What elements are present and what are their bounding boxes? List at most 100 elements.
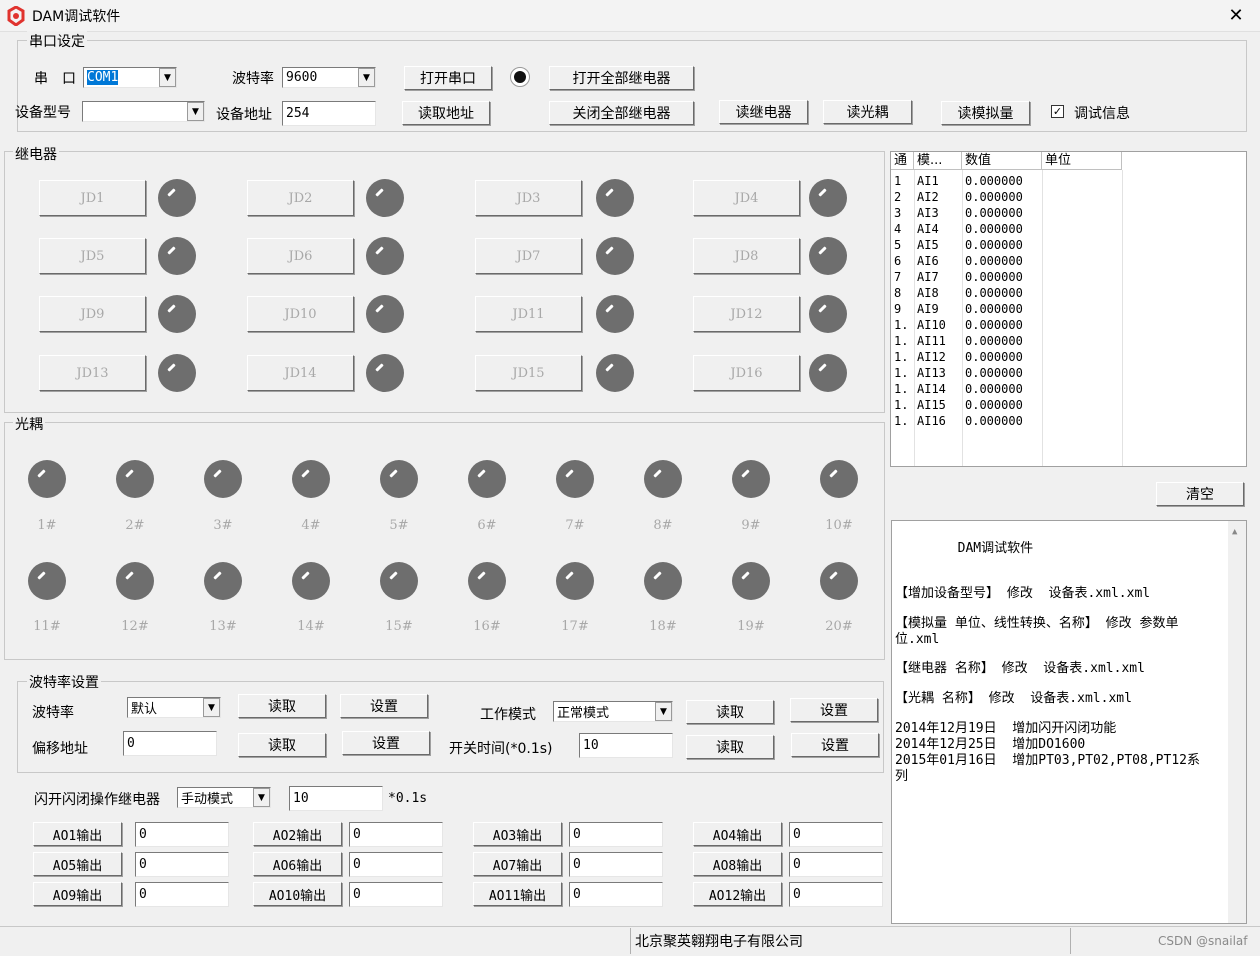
read-analog-button[interactable]: 读模拟量 (941, 101, 1030, 125)
ao-output-input[interactable]: 0 (135, 822, 229, 847)
ao-output-input[interactable]: 0 (349, 852, 443, 877)
table-row[interactable]: 1 AI1 0.000000 (891, 173, 1246, 189)
ao-output-input[interactable]: 0 (569, 882, 663, 907)
set-work-mode-button[interactable]: 设置 (790, 698, 878, 722)
ao-output-input[interactable]: 0 (569, 822, 663, 847)
ao-output-button[interactable]: AO7输出 (473, 852, 562, 876)
baud-select[interactable]: 9600 ▼ (282, 67, 376, 88)
table-row[interactable]: 8 AI8 0.000000 (891, 285, 1246, 301)
relay-button[interactable]: JD5 (39, 238, 146, 274)
clear-button[interactable]: 清空 (1156, 482, 1244, 506)
relay-button[interactable]: JD11 (475, 296, 582, 332)
table-row[interactable]: 4 AI4 0.000000 (891, 221, 1246, 237)
read-switch-time-button[interactable]: 读取 (686, 735, 774, 759)
ao-output-button[interactable]: AO12输出 (693, 882, 782, 906)
relay-button[interactable]: JD4 (693, 180, 800, 216)
flash-time-input[interactable]: 10 (289, 786, 383, 811)
ao-output-button[interactable]: AO4输出 (693, 822, 782, 846)
port-select[interactable]: COM1 ▼ (83, 67, 177, 88)
ao-output-input[interactable]: 0 (789, 852, 883, 877)
ao-output-button[interactable]: AO8输出 (693, 852, 782, 876)
relay-button[interactable]: JD13 (39, 355, 146, 391)
relay-button[interactable]: JD9 (39, 296, 146, 332)
ao-output-input[interactable]: 0 (349, 822, 443, 847)
scroll-up-icon[interactable]: ▲ (1232, 527, 1237, 537)
ao-output-button[interactable]: AO6输出 (253, 852, 342, 876)
read-address-button[interactable]: 读取地址 (402, 101, 490, 125)
flash-mode-select[interactable]: 手动模式 ▼ (177, 787, 271, 808)
ao-output-button[interactable]: AO1输出 (33, 822, 122, 846)
table-row[interactable]: 1. AI15 0.000000 (891, 397, 1246, 413)
table-header-channel[interactable]: 通 (891, 152, 914, 170)
set-switch-time-button[interactable]: 设置 (791, 733, 879, 757)
relay-button[interactable]: JD2 (247, 180, 354, 216)
table-row[interactable]: 5 AI5 0.000000 (891, 237, 1246, 253)
relay-button[interactable]: JD1 (39, 180, 146, 216)
table-row[interactable]: 3 AI3 0.000000 (891, 205, 1246, 221)
table-row[interactable]: 9 AI9 0.000000 (891, 301, 1246, 317)
ao-output-input[interactable]: 0 (135, 852, 229, 877)
table-header-name[interactable]: 模... (914, 152, 962, 170)
chevron-down-icon[interactable]: ▼ (187, 102, 204, 121)
ao-output-input[interactable]: 0 (569, 852, 663, 877)
info-memo[interactable]: DAM调试软件 【增加设备型号】 修改 设备表.xml.xml 【模拟量 单位、… (891, 520, 1247, 924)
close-all-relays-button[interactable]: 关闭全部继电器 (549, 101, 694, 125)
ao-output-button[interactable]: AO3输出 (473, 822, 562, 846)
set-offset-button[interactable]: 设置 (342, 731, 430, 755)
table-header-value[interactable]: 数值 (962, 152, 1042, 170)
chevron-down-icon[interactable]: ▼ (159, 68, 176, 87)
read-work-mode-button[interactable]: 读取 (686, 700, 774, 724)
chevron-down-icon[interactable]: ▼ (358, 68, 375, 87)
ao-output-button[interactable]: AO2输出 (253, 822, 342, 846)
relay-button[interactable]: JD12 (693, 296, 800, 332)
ao-output-input[interactable]: 0 (135, 882, 229, 907)
relay-button[interactable]: JD6 (247, 238, 354, 274)
table-row[interactable]: 1. AI16 0.000000 (891, 413, 1246, 429)
device-address-input[interactable]: 254 (282, 101, 376, 126)
analog-table[interactable]: 通 模... 数值 单位 1 AI1 0.000000 2 AI2 0.000000 3 AI… (890, 151, 1247, 467)
ao-output-button[interactable]: AO5输出 (33, 852, 122, 876)
relay-button[interactable]: JD16 (693, 355, 800, 391)
relay-button[interactable]: JD14 (247, 355, 354, 391)
ao-output-button[interactable]: AO11输出 (473, 882, 562, 906)
set-baud-button[interactable]: 设置 (340, 694, 428, 718)
table-row[interactable]: 1. AI14 0.000000 (891, 381, 1246, 397)
ao-output-input[interactable]: 0 (789, 882, 883, 907)
table-row[interactable]: 7 AI7 0.000000 (891, 269, 1246, 285)
chevron-down-icon[interactable]: ▼ (203, 698, 220, 717)
switch-time-input[interactable]: 10 (579, 733, 673, 758)
table-row[interactable]: 1. AI10 0.000000 (891, 317, 1246, 333)
open-all-relays-button[interactable]: 打开全部继电器 (549, 66, 694, 90)
open-port-button[interactable]: 打开串口 (404, 66, 492, 90)
table-row[interactable]: 6 AI6 0.000000 (891, 253, 1246, 269)
read-offset-button[interactable]: 读取 (238, 733, 326, 757)
chevron-down-icon[interactable]: ▼ (253, 788, 270, 807)
table-row[interactable]: 1. AI11 0.000000 (891, 333, 1246, 349)
relay-button[interactable]: JD15 (475, 355, 582, 391)
relay-button[interactable]: JD10 (247, 296, 354, 332)
relay-button[interactable]: JD3 (475, 180, 582, 216)
close-icon[interactable]: ✕ (1224, 4, 1248, 28)
relay-button[interactable]: JD7 (475, 238, 582, 274)
ao-output-input[interactable]: 0 (349, 882, 443, 907)
device-model-select[interactable]: ▼ (82, 101, 205, 122)
table-row[interactable]: 1. AI13 0.000000 (891, 365, 1246, 381)
table-header-unit[interactable]: 单位 (1042, 152, 1122, 170)
table-row[interactable]: 2 AI2 0.000000 (891, 189, 1246, 205)
memo-scrollbar[interactable]: ▲ (1228, 521, 1246, 923)
relay-button[interactable]: JD8 (693, 238, 800, 274)
table-row[interactable]: 1. AI12 0.000000 (891, 349, 1246, 365)
optocoupler-label: 18# (649, 619, 677, 634)
offset-address-input[interactable]: 0 (123, 731, 217, 756)
debug-info-checkbox[interactable]: ✓ (1051, 105, 1064, 118)
chevron-down-icon[interactable]: ▼ (655, 702, 672, 721)
baud-setting-select[interactable]: 默认 ▼ (127, 697, 221, 718)
read-optocoupler-button[interactable]: 读光耦 (823, 100, 912, 124)
optocoupler-led-icon (204, 562, 242, 600)
ao-output-button[interactable]: AO9输出 (33, 882, 122, 906)
read-baud-button[interactable]: 读取 (238, 694, 326, 718)
ao-output-input[interactable]: 0 (789, 822, 883, 847)
work-mode-select[interactable]: 正常模式 ▼ (553, 701, 673, 722)
ao-output-button[interactable]: AO10输出 (253, 882, 342, 906)
read-relay-button[interactable]: 读继电器 (719, 100, 808, 124)
